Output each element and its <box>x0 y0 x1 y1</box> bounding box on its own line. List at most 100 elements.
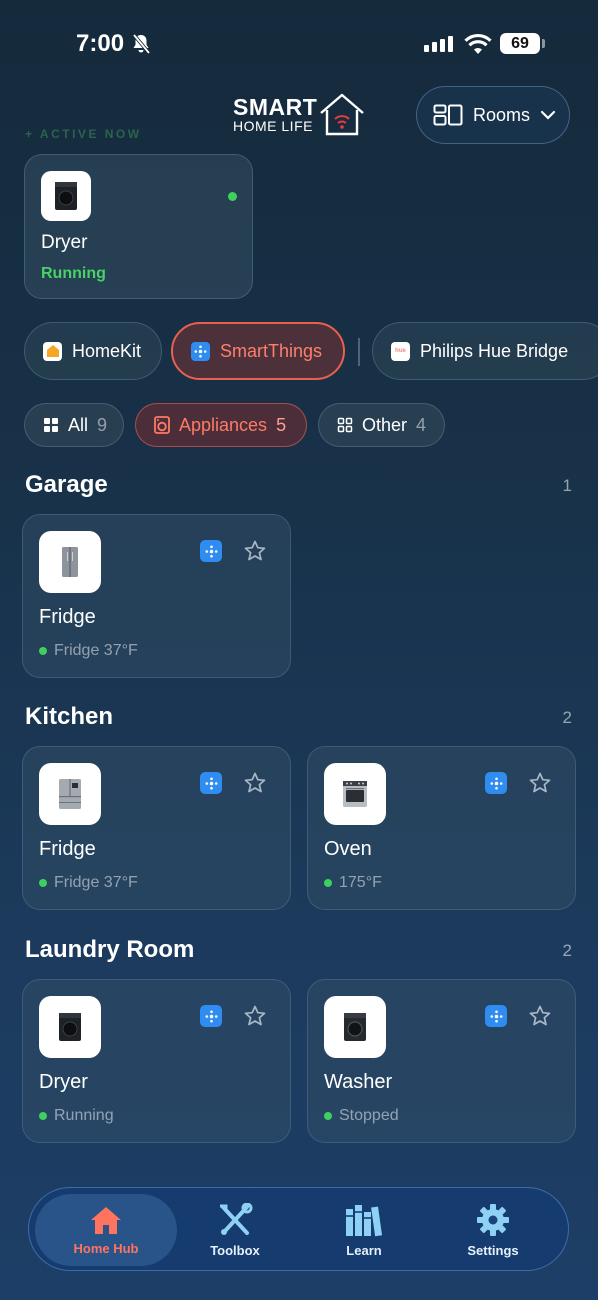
battery-level: 69 <box>511 35 529 52</box>
dryer-icon <box>55 182 77 210</box>
active-device-status: Running <box>41 265 106 282</box>
device-status: Fridge 37°F <box>39 642 138 660</box>
filter-label: Other <box>362 414 408 435</box>
star-icon[interactable] <box>528 1004 552 1028</box>
smartthings-badge <box>200 772 222 794</box>
device-card-kitchen-oven[interactable]: Oven 175°F <box>307 746 576 910</box>
device-status-text: Fridge 37°F <box>54 874 138 891</box>
status-bar: 7:00 69 <box>0 0 598 90</box>
smartthings-badge <box>200 540 222 562</box>
device-card-kitchen-fridge[interactable]: Fridge Fridge 37°F <box>22 746 291 910</box>
active-indicator <box>228 192 237 201</box>
status-dot <box>39 647 47 655</box>
star-icon[interactable] <box>528 771 552 795</box>
chip-homekit[interactable]: HomeKit <box>24 322 162 380</box>
grid-outline-icon <box>337 417 353 433</box>
tab-settings[interactable]: Settings <box>435 1188 551 1272</box>
device-name: Fridge <box>39 606 96 628</box>
device-status: Stopped <box>324 1107 399 1125</box>
books-icon <box>346 1204 383 1236</box>
bell-muted-icon <box>132 33 151 55</box>
tab-label: Settings <box>467 1242 519 1258</box>
signal-icon <box>424 36 453 52</box>
section-count: 1 <box>562 476 572 495</box>
status-dot <box>324 1112 332 1120</box>
section-title-laundry-room: Laundry Room <box>25 936 195 963</box>
rooms-view-button[interactable]: Rooms <box>416 86 570 144</box>
oven-thumbnail <box>324 763 386 825</box>
bottom-tab-bar: Home Hub Toolbox Learn Settings <box>28 1187 569 1271</box>
tab-label: Home Hub <box>73 1240 139 1256</box>
device-name: Fridge <box>39 838 96 860</box>
star-icon[interactable] <box>243 1004 267 1028</box>
status-dot <box>324 879 332 887</box>
active-now-label: ACTIVE NOW <box>39 127 142 141</box>
tab-label: Learn <box>346 1242 382 1258</box>
device-name: Oven <box>324 838 372 860</box>
chip-label: SmartThings <box>220 340 323 361</box>
star-icon[interactable] <box>243 771 267 795</box>
house-wifi-icon <box>320 93 364 136</box>
active-device-card[interactable]: Dryer Running <box>24 154 253 299</box>
device-card-laundry-dryer[interactable]: Dryer Running <box>22 979 291 1143</box>
device-card-garage-fridge[interactable]: Fridge Fridge 37°F <box>22 514 291 678</box>
device-name: Washer <box>324 1071 393 1093</box>
device-status-text: Running <box>54 1107 114 1124</box>
logo-text-home-life: HOME LIFE <box>233 118 313 134</box>
rooms-button-label: Rooms <box>473 104 531 125</box>
gear-icon <box>477 1203 509 1236</box>
dryer-thumbnail <box>41 171 91 221</box>
filter-count: 5 <box>276 414 287 435</box>
house-icon <box>91 1206 121 1234</box>
chip-label: HomeKit <box>72 340 142 361</box>
device-status-text: Stopped <box>339 1107 399 1124</box>
chip-label: Philips Hue Bridge <box>420 340 569 361</box>
homekit-icon <box>43 341 62 361</box>
dryer-icon <box>59 1013 81 1041</box>
battery-tip <box>542 39 545 48</box>
section-count: 2 <box>562 708 572 727</box>
hue-icon: hue <box>391 341 410 361</box>
chevron-down-icon <box>540 110 556 120</box>
filter-all[interactable]: All 9 <box>24 403 124 447</box>
smartthings-icon <box>191 341 210 361</box>
active-device-name: Dryer <box>41 232 88 253</box>
wifi-icon <box>464 33 492 54</box>
smartthings-badge <box>200 1005 222 1027</box>
star-icon[interactable] <box>243 539 267 563</box>
filter-label: Appliances <box>179 414 268 435</box>
active-now-heading: + ACTIVE NOW <box>25 127 142 141</box>
fridge-icon <box>62 547 78 577</box>
smartthings-badge <box>485 1005 507 1027</box>
status-time: 7:00 <box>76 30 125 57</box>
filter-appliances[interactable]: Appliances 5 <box>135 403 307 447</box>
battery-icon: 69 <box>500 33 540 54</box>
device-name: Dryer <box>39 1071 88 1093</box>
category-filters: All 9 Appliances 5 Other 4 <box>0 403 598 447</box>
section-count: 2 <box>562 941 572 960</box>
smartthings-badge <box>485 772 507 794</box>
logo-text-smart: SMART <box>233 94 318 120</box>
section-title-garage: Garage <box>25 471 108 498</box>
filter-count: 4 <box>416 414 427 435</box>
appliance-icon <box>154 416 170 434</box>
dryer-thumbnail <box>39 996 101 1058</box>
chip-smartthings[interactable]: SmartThings <box>171 322 345 380</box>
app-logo: SMART HOME LIFE <box>233 92 367 138</box>
device-card-laundry-washer[interactable]: Washer Stopped <box>307 979 576 1143</box>
chip-philips-hue[interactable]: hue Philips Hue Bridge <box>372 322 598 380</box>
tools-icon <box>220 1202 253 1235</box>
washer-thumbnail <box>324 996 386 1058</box>
tab-home-hub[interactable]: Home Hub <box>35 1194 177 1266</box>
device-status: 175°F <box>324 874 382 892</box>
fridge-thumbnail <box>39 763 101 825</box>
filter-label: All <box>68 414 89 435</box>
washer-icon <box>344 1013 366 1041</box>
tab-toolbox[interactable]: Toolbox <box>177 1188 293 1272</box>
filter-other[interactable]: Other 4 <box>318 403 445 447</box>
tab-learn[interactable]: Learn <box>306 1188 422 1272</box>
device-status-text: Fridge 37°F <box>54 642 138 659</box>
filter-count: 9 <box>97 414 108 435</box>
fridge-icon <box>59 779 81 809</box>
fridge-thumbnail <box>39 531 101 593</box>
